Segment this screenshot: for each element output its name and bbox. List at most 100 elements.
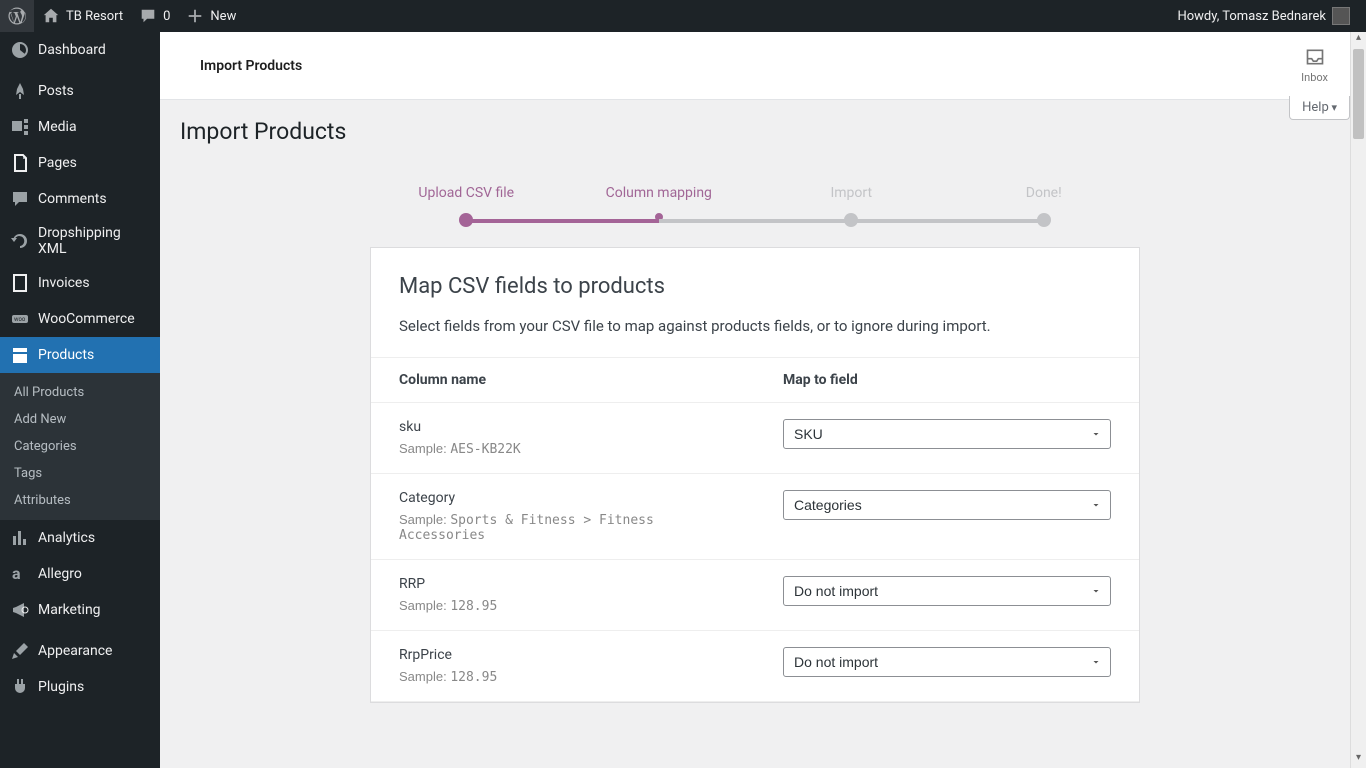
sidebar-item-woocommerce[interactable]: woo WooCommerce: [0, 301, 160, 337]
column-sample: Sample: Sports & Fitness > Fitness Acces…: [399, 512, 727, 543]
admin-sidebar: Dashboard Posts Media Pages Comments Dropship…: [0, 32, 160, 768]
sidebar-item-label: Media: [38, 119, 77, 135]
map-field-select[interactable]: Categories: [783, 490, 1111, 520]
site-name-label: TB Resort: [66, 9, 123, 24]
table-row: RRP Sample: 128.95 Do not import: [371, 560, 1139, 631]
sidebar-item-label: WooCommerce: [38, 311, 135, 327]
column-sample: Sample: 128.95: [399, 669, 727, 685]
sidebar-item-posts[interactable]: Posts: [0, 73, 160, 109]
step-label: Upload CSV file: [370, 185, 563, 201]
sidebar-item-pages[interactable]: Pages: [0, 145, 160, 181]
inbox-button[interactable]: Inbox: [1301, 47, 1328, 84]
sidebar-item-label: Comments: [38, 191, 107, 207]
map-field-select[interactable]: SKU: [783, 419, 1111, 449]
sidebar-item-label: Invoices: [38, 275, 90, 291]
sidebar-item-dropshipping-xml[interactable]: Dropshipping XML: [0, 217, 160, 265]
mapping-card: Map CSV fields to products Select fields…: [370, 247, 1140, 703]
submenu-item-categories[interactable]: Categories: [0, 433, 160, 460]
card-title: Map CSV fields to products: [399, 274, 1111, 299]
scrollbar[interactable]: ▴ ▾: [1350, 32, 1366, 768]
sidebar-item-label: Appearance: [38, 643, 112, 659]
plus-icon: [186, 7, 204, 25]
sidebar-item-label: Pages: [38, 155, 77, 171]
sidebar-item-label: Analytics: [38, 530, 95, 546]
megaphone-icon: [10, 600, 30, 620]
submenu-item-attributes[interactable]: Attributes: [0, 487, 160, 514]
column-sample: Sample: 128.95: [399, 598, 727, 614]
submenu-item-tags[interactable]: Tags: [0, 460, 160, 487]
woo-icon: woo: [10, 309, 30, 329]
card-desc: Select fields from your CSV file to map …: [399, 317, 1111, 335]
refresh-icon: [10, 231, 30, 251]
chart-icon: [10, 528, 30, 548]
media-icon: [10, 117, 30, 137]
pin-icon: [10, 81, 30, 101]
wp-logo[interactable]: [0, 0, 34, 32]
submenu-item-all-products[interactable]: All Products: [0, 379, 160, 406]
comment-icon: [139, 7, 157, 25]
step-1: Column mapping: [563, 185, 756, 219]
new-label: New: [210, 9, 236, 24]
table-row: RrpPrice Sample: 128.95 Do not import: [371, 631, 1139, 702]
admin-bar: TB Resort 0 New Howdy, Tomasz Bednarek: [0, 0, 1366, 32]
column-name: Category: [399, 490, 727, 506]
step-label: Column mapping: [563, 185, 756, 201]
progress-steps: Upload CSV fileColumn mappingImportDone!: [180, 185, 1330, 219]
comments-count: 0: [163, 9, 170, 24]
sidebar-item-appearance[interactable]: Appearance: [0, 633, 160, 669]
page-header-title: Import Products: [200, 58, 302, 74]
step-dot: [1037, 213, 1051, 227]
sidebar-item-marketing[interactable]: Marketing: [0, 592, 160, 628]
sidebar-item-comments[interactable]: Comments: [0, 181, 160, 217]
map-field-select[interactable]: Do not import: [783, 647, 1111, 677]
home-icon: [42, 7, 60, 25]
table-row: Category Sample: Sports & Fitness > Fitne…: [371, 474, 1139, 560]
page-icon: [10, 153, 30, 173]
step-label: Done!: [948, 185, 1141, 201]
content-area: Import Products Inbox Help Import Produc…: [160, 32, 1350, 768]
sidebar-item-invoices[interactable]: Invoices: [0, 265, 160, 301]
sidebar-item-media[interactable]: Media: [0, 109, 160, 145]
sidebar-item-label: Posts: [38, 83, 74, 99]
sidebar-item-label: Dashboard: [38, 42, 106, 58]
sidebar-item-products[interactable]: Products: [0, 337, 160, 373]
sidebar-item-analytics[interactable]: Analytics: [0, 520, 160, 556]
step-3: Done!: [948, 185, 1141, 219]
allegro-icon: a: [10, 564, 30, 584]
account-link[interactable]: Howdy, Tomasz Bednarek: [1169, 0, 1358, 32]
sidebar-item-label: Dropshipping XML: [38, 225, 150, 257]
mapping-table: Column name Map to field skuSample: AES-…: [371, 357, 1139, 702]
brush-icon: [10, 641, 30, 661]
help-label: Help: [1302, 100, 1329, 115]
table-row: skuSample: AES-KB22KSKU: [371, 403, 1139, 474]
sidebar-item-label: Allegro: [38, 566, 82, 582]
new-link[interactable]: New: [178, 0, 244, 32]
avatar: [1332, 7, 1350, 25]
sidebar-item-label: Plugins: [38, 679, 84, 695]
invoice-icon: [10, 273, 30, 293]
submenu-item-add-new[interactable]: Add New: [0, 406, 160, 433]
sidebar-item-plugins[interactable]: Plugins: [0, 669, 160, 705]
scroll-thumb[interactable]: [1353, 49, 1364, 139]
step-label: Import: [755, 185, 948, 201]
site-name-link[interactable]: TB Resort: [34, 0, 131, 32]
page-header: Import Products Inbox: [160, 32, 1350, 100]
column-name: RRP: [399, 576, 727, 592]
column-name: RrpPrice: [399, 647, 727, 663]
sidebar-item-allegro[interactable]: a Allegro: [0, 556, 160, 592]
scroll-up-icon[interactable]: ▴: [1351, 32, 1366, 48]
map-field-select[interactable]: Do not import: [783, 576, 1111, 606]
inbox-icon: [1305, 47, 1325, 67]
comments-link[interactable]: 0: [131, 0, 178, 32]
inbox-label: Inbox: [1301, 71, 1328, 84]
help-tab[interactable]: Help: [1289, 96, 1350, 120]
products-icon: [10, 345, 30, 365]
th-column-name: Column name: [371, 358, 755, 403]
sidebar-item-label: Marketing: [38, 602, 101, 618]
page-title: Import Products: [180, 118, 1330, 145]
plugin-icon: [10, 677, 30, 697]
scroll-down-icon[interactable]: ▾: [1351, 752, 1366, 768]
sidebar-item-dashboard[interactable]: Dashboard: [0, 32, 160, 68]
comment-icon: [10, 189, 30, 209]
column-sample: Sample: AES-KB22K: [399, 441, 727, 457]
